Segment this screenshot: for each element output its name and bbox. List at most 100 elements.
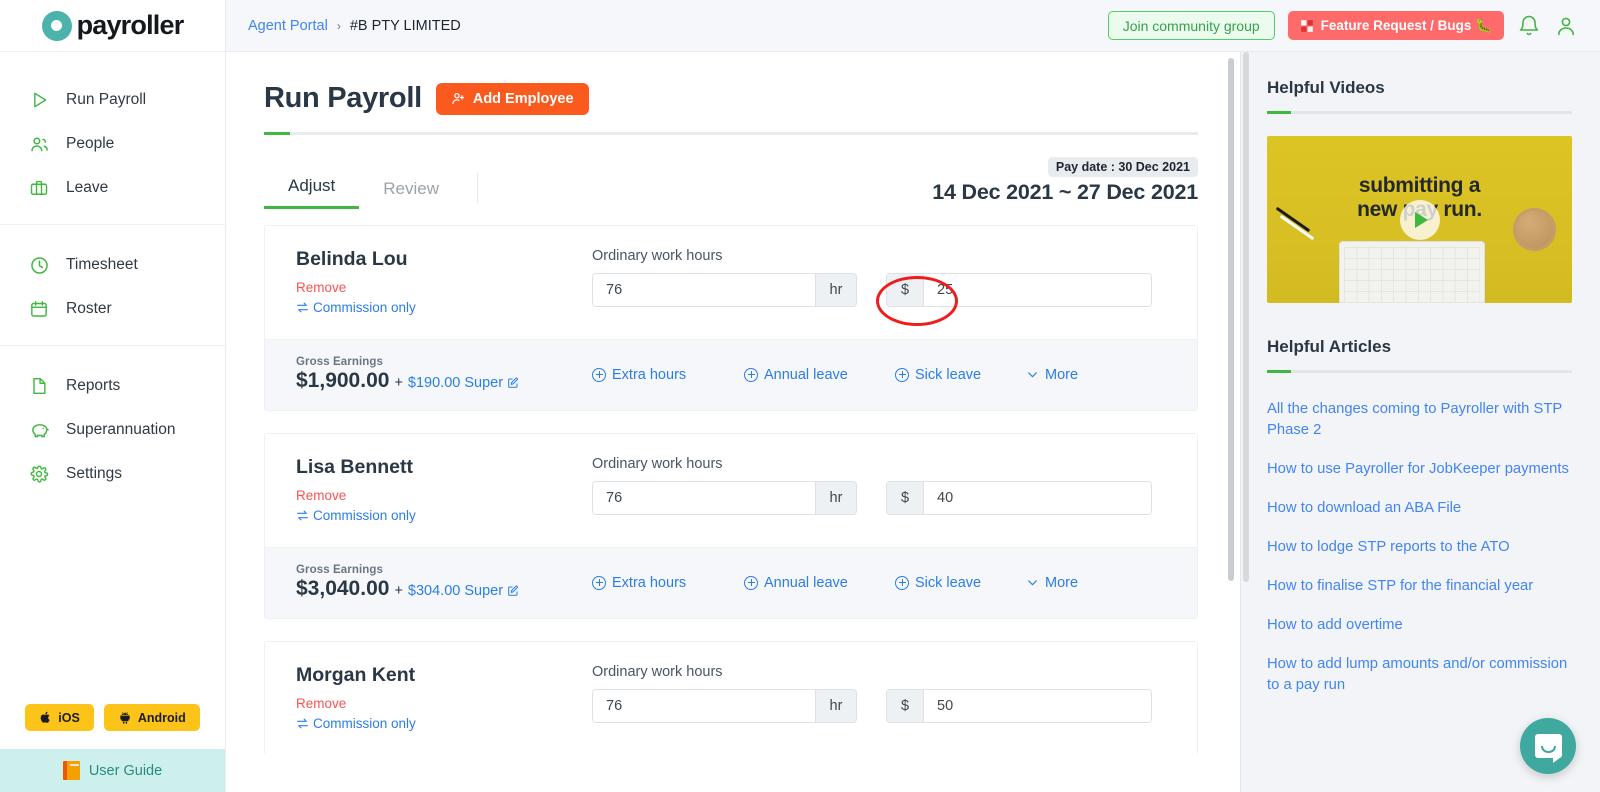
employee-fields: Ordinary work hours hr $ (592, 664, 1169, 723)
hours-input-group[interactable]: hr (592, 273, 857, 307)
tab-review[interactable]: Review (359, 179, 463, 209)
super-amount-link[interactable]: $190.00 Super (408, 375, 519, 391)
swap-icon (297, 718, 308, 729)
pay-period-range: 14 Dec 2021 ~ 27 Dec 2021 (932, 180, 1198, 204)
commission-only-link[interactable]: Commission only (296, 508, 592, 523)
main-scrollbar[interactable] (1228, 58, 1234, 782)
hours-input-group[interactable]: hr (592, 481, 857, 515)
more-button[interactable]: More (1026, 575, 1078, 591)
super-amount-link[interactable]: $304.00 Super (408, 583, 519, 599)
bell-icon[interactable] (1517, 14, 1541, 38)
super-amount: $190.00 (407, 375, 461, 391)
main-column: Run Payroll Add Employee Adjust Review P… (226, 52, 1240, 792)
gross-earnings-block: Gross Earnings $1,900.00 + $190.00 Super (296, 356, 592, 393)
annual-leave-button[interactable]: Annual leave (744, 575, 895, 591)
sidebar-item-people[interactable]: People (0, 122, 225, 166)
article-link[interactable]: How to lodge STP reports to the ATO (1267, 537, 1572, 558)
extra-hours-label: Extra hours (612, 574, 687, 591)
sick-leave-button[interactable]: Sick leave (895, 575, 1026, 591)
remove-employee-link[interactable]: Remove (296, 488, 592, 503)
rate-input-group[interactable]: $ (886, 689, 1152, 723)
gross-earnings-amount-row: $1,900.00 + $190.00 Super (296, 369, 592, 393)
rate-input[interactable] (924, 690, 1151, 722)
helpful-video-thumbnail[interactable]: submitting a new pay run. (1267, 136, 1572, 303)
piggy-bank-icon (28, 419, 50, 441)
tab-divider (477, 173, 478, 203)
sidebar-item-reports[interactable]: Reports (0, 364, 225, 408)
employee-card-top: Belinda Lou Remove Commission only Ordin… (264, 225, 1198, 339)
breadcrumb-agent-portal[interactable]: Agent Portal (248, 18, 328, 34)
logo-area[interactable]: payroller (0, 0, 225, 52)
payroller-logo[interactable]: payroller (41, 10, 185, 41)
app-store-buttons: iOS Android (0, 704, 225, 749)
currency-prefix-label: $ (887, 690, 924, 722)
user-guide-button[interactable]: User Guide (0, 749, 225, 792)
employee-identity: Morgan Kent Remove Commission only (296, 664, 592, 731)
tab-adjust[interactable]: Adjust (264, 176, 360, 209)
hours-input[interactable] (593, 690, 815, 722)
article-link[interactable]: How to finalise STP for the financial ye… (1267, 576, 1572, 597)
rate-input-group[interactable]: $ (886, 273, 1152, 307)
join-community-group-button[interactable]: Join community group (1107, 11, 1275, 40)
helpful-articles-underline (1267, 370, 1572, 373)
sidebar-item-run-payroll[interactable]: Run Payroll (0, 78, 225, 122)
commission-only-link[interactable]: Commission only (296, 716, 592, 731)
main-scrollbar-thumb[interactable] (1228, 58, 1234, 581)
logo-text: payroller (76, 10, 185, 40)
employee-identity: Lisa Bennett Remove Commission only (296, 456, 592, 523)
gross-earnings-label: Gross Earnings (296, 564, 384, 576)
chat-bubble-icon[interactable] (1520, 718, 1576, 774)
right-panel-scrollbar-thumb[interactable] (1243, 52, 1249, 582)
add-employee-button[interactable]: Add Employee (435, 82, 589, 115)
currency-prefix-label: $ (887, 482, 924, 514)
feature-request-bugs-button[interactable]: Feature Request / Bugs 🐛 (1287, 11, 1504, 40)
annual-leave-button[interactable]: Annual leave (744, 367, 895, 383)
apple-icon (40, 711, 50, 723)
sidebar-item-roster[interactable]: Roster (0, 287, 225, 331)
add-user-icon (452, 92, 464, 105)
rate-input[interactable] (924, 274, 1151, 306)
ordinary-work-hours-label: Ordinary work hours (592, 664, 723, 680)
rate-input-group[interactable]: $ (886, 481, 1152, 515)
right-panel-scrollbar[interactable] (1243, 52, 1249, 792)
extra-hours-button[interactable]: Extra hours (592, 367, 744, 383)
article-link[interactable]: How to add lump amounts and/or commissio… (1267, 654, 1572, 696)
more-button[interactable]: More (1026, 367, 1078, 383)
remove-employee-link[interactable]: Remove (296, 280, 592, 295)
hours-input-group[interactable]: hr (592, 689, 857, 723)
employee-card: Lisa Bennett Remove Commission only Ordi… (264, 433, 1198, 619)
sidebar-item-settings[interactable]: Settings (0, 452, 225, 496)
ordinary-work-hours-label: Ordinary work hours (592, 248, 723, 264)
remove-employee-link[interactable]: Remove (296, 696, 592, 711)
employee-cards: Belinda Lou Remove Commission only Ordin… (264, 225, 1198, 755)
plus-sign: + (394, 583, 403, 599)
user-guide-label: User Guide (88, 762, 163, 779)
employee-name: Belinda Lou (296, 248, 408, 270)
chevron-right-icon: › (336, 18, 341, 33)
user-icon[interactable] (1554, 14, 1578, 38)
article-link[interactable]: How to add overtime (1267, 615, 1572, 636)
pay-date-badge: Pay date : 30 Dec 2021 (1047, 157, 1198, 177)
sidebar-item-superannuation[interactable]: Superannuation (0, 408, 225, 452)
employee-card-top: Lisa Bennett Remove Commission only Ordi… (264, 433, 1198, 547)
sidebar-item-timesheet[interactable]: Timesheet (0, 243, 225, 287)
hours-unit-label: hr (815, 482, 856, 514)
article-link[interactable]: How to use Payroller for JobKeeper payme… (1267, 459, 1572, 480)
plus-circle-icon (592, 575, 606, 590)
keyboard-image (1339, 241, 1485, 303)
hours-input[interactable] (593, 274, 815, 306)
sidebar-item-leave[interactable]: Leave (0, 166, 225, 210)
employee-actions: Extra hours Annual leave Sick leave More (592, 575, 1169, 591)
article-link[interactable]: All the changes coming to Payroller with… (1267, 399, 1572, 441)
ios-download-button[interactable]: iOS (25, 704, 94, 731)
play-button-icon[interactable] (1399, 199, 1440, 240)
plus-circle-icon (744, 575, 758, 590)
extra-hours-button[interactable]: Extra hours (592, 575, 744, 591)
article-link[interactable]: How to download an ABA File (1267, 498, 1572, 519)
commission-only-link[interactable]: Commission only (296, 300, 592, 315)
body-split: Run Payroll Add Employee Adjust Review P… (226, 52, 1600, 792)
android-download-button[interactable]: Android (103, 704, 200, 731)
rate-input[interactable] (924, 482, 1151, 514)
hours-input[interactable] (593, 482, 815, 514)
sick-leave-button[interactable]: Sick leave (895, 367, 1026, 383)
